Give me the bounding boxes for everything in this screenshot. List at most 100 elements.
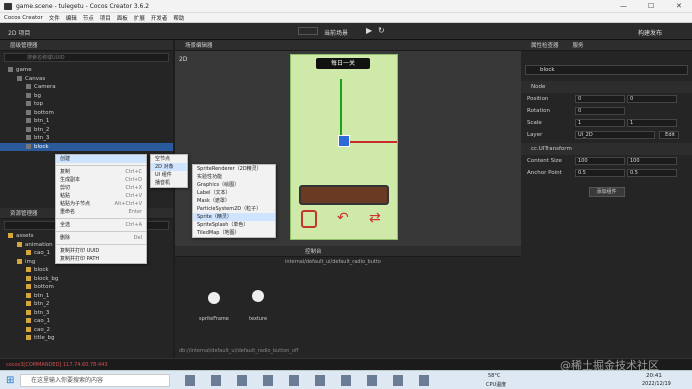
btn-2-icon[interactable]: ↶	[337, 210, 349, 226]
move-gizmo-x-arrow[interactable]	[347, 141, 397, 143]
tree-item[interactable]: Camera	[0, 83, 173, 92]
tree-item[interactable]: bg	[0, 92, 173, 101]
scene-select-dropdown[interactable]: 当前场景	[324, 28, 348, 37]
submenu-item[interactable]: TiledMap（地图）	[193, 229, 275, 237]
tree-item[interactable]: btn_3	[0, 134, 173, 143]
move-gizmo-y-arrow[interactable]	[340, 79, 342, 137]
menu-item[interactable]: 扩展	[134, 14, 145, 22]
tree-item[interactable]: bottom	[0, 109, 173, 118]
play-icon[interactable]: ▶	[366, 26, 372, 35]
submenu-item[interactable]: UI 组件	[151, 171, 187, 179]
tree-item[interactable]: btn_2	[0, 126, 173, 135]
menu-item[interactable]: 节点	[83, 14, 94, 22]
scale-x-input[interactable]: 1	[575, 119, 625, 127]
taskbar-search[interactable]: 在这里输入你要搜索的内容	[20, 374, 170, 387]
context-menu-item[interactable]: 剪切 Ctrl+X	[56, 184, 146, 192]
menu-item[interactable]: 编辑	[66, 14, 77, 22]
context-menu-item[interactable]: 全选 Ctrl+A	[56, 221, 146, 229]
context-menu-item[interactable]: 粘贴为子节点 Alt+Ctrl+V	[56, 200, 146, 208]
close-icon[interactable]: ✕	[676, 2, 682, 10]
menu-item[interactable]: Cocos Creator	[4, 15, 43, 21]
menu-item-label: 全选	[60, 222, 71, 228]
context-menu-item[interactable]: 粘贴 Ctrl+V	[56, 192, 146, 200]
submenu-item[interactable]: Sprite（精灵）	[193, 213, 275, 221]
anchor-x-input[interactable]: 0.5	[575, 169, 625, 177]
context-menu-item[interactable]: 复制并打印 UUID	[56, 247, 146, 255]
tree-item[interactable]: game	[0, 66, 173, 75]
submenu-item[interactable]: Graphics（绘图）	[193, 181, 275, 189]
tree-item[interactable]: Canvas	[0, 75, 173, 84]
content-width-input[interactable]: 100	[575, 157, 625, 165]
tree-item[interactable]: btn_2	[0, 300, 173, 309]
anchor-y-input[interactable]: 0.5	[627, 169, 677, 177]
windows-start-icon[interactable]: ⊞	[6, 375, 14, 386]
node-icon	[26, 250, 31, 255]
clock-time[interactable]: 20:41	[646, 373, 662, 379]
texture-thumbnail[interactable]	[252, 290, 264, 302]
tree-item-label: btn_2	[34, 126, 50, 133]
submenu-item[interactable]: Label（文本）	[193, 189, 275, 197]
context-menu-item[interactable]: 创建	[56, 155, 146, 163]
layer-select[interactable]: UI_2D	[575, 131, 655, 139]
sprite-frame-thumbnail[interactable]	[208, 292, 220, 304]
context-menu-item[interactable]: 重命名 Enter	[56, 208, 146, 216]
submenu-item[interactable]: ParticleSystem2D（粒子）	[193, 205, 275, 213]
node-section-header[interactable]: Node	[521, 81, 692, 93]
menu-item[interactable]: 面板	[117, 14, 128, 22]
layer-edit-button[interactable]: Edit	[659, 131, 679, 139]
clock-date[interactable]: 2022/12/19	[642, 381, 671, 387]
submenu-item[interactable]: 空节点	[151, 155, 187, 163]
btn-1-icon[interactable]	[301, 210, 317, 228]
tree-item[interactable]: cao_1	[0, 317, 173, 326]
tree-item[interactable]: btn_1	[0, 292, 173, 301]
scene-2d-mode[interactable]: 2D	[179, 56, 187, 63]
tree-item[interactable]: btn_1	[0, 117, 173, 126]
menu-item[interactable]: 文件	[49, 14, 60, 22]
taskbar-app-icons[interactable]	[185, 375, 445, 386]
add-component-button[interactable]: 添加组件	[588, 187, 625, 197]
tree-item[interactable]: block	[0, 266, 173, 275]
scale-y-input[interactable]: 1	[627, 119, 677, 127]
menu-separator	[56, 244, 146, 245]
node-name-field[interactable]: block	[525, 65, 688, 75]
submenu-item[interactable]: 2D 对象	[151, 163, 187, 171]
tree-item[interactable]: cao_2	[0, 326, 173, 335]
menu-item[interactable]: 项目	[100, 14, 111, 22]
tree-item[interactable]: block	[0, 142, 173, 151]
submenu-item[interactable]: 播音机	[151, 179, 187, 187]
context-menu-item[interactable]: 删除 Del	[56, 234, 146, 242]
hierarchy-search[interactable]: 搜索名称或UUID	[4, 53, 169, 62]
context-menu-item[interactable]: 复制 Ctrl+C	[56, 168, 146, 176]
tree-item[interactable]: btn_3	[0, 309, 173, 318]
tree-item[interactable]: title_bg	[0, 334, 173, 343]
refresh-icon[interactable]: ↻	[378, 26, 385, 35]
inspector-header: 属性检查器 服务	[521, 40, 692, 51]
console-tab[interactable]: 控制台	[305, 247, 322, 255]
tree-item[interactable]: bottom	[0, 283, 173, 292]
service-tab[interactable]: 服务	[573, 41, 584, 49]
content-height-input[interactable]: 100	[627, 157, 677, 165]
context-menu-item[interactable]: 复制并打印 PATH	[56, 255, 146, 263]
block-node[interactable]	[338, 135, 350, 147]
menu-item[interactable]: 帮助	[173, 14, 184, 22]
context-menu-item[interactable]: 生成副本 Ctrl+D	[56, 176, 146, 184]
submenu-item[interactable]: SpriteSplash（单色）	[193, 221, 275, 229]
menu-item[interactable]: 开发者	[151, 14, 168, 22]
uitransform-section-header[interactable]: cc.UITransform	[521, 143, 692, 155]
maximize-icon[interactable]: ☐	[648, 2, 654, 10]
build-button[interactable]: 构建发布	[638, 28, 662, 37]
position-x-input[interactable]: 0	[575, 95, 625, 103]
transform-tool-icons[interactable]	[298, 27, 318, 35]
rotation-row: Rotation 0	[521, 105, 692, 117]
tree-item-label: Camera	[34, 84, 56, 90]
submenu-item[interactable]: Mask（遮罩）	[193, 197, 275, 205]
submenu-item[interactable]: 实验性功能	[193, 173, 275, 181]
position-y-input[interactable]: 0	[627, 95, 677, 103]
tree-item[interactable]: block_bg	[0, 275, 173, 284]
submenu-item[interactable]: SpriteRenderer（2D精灵）	[193, 165, 275, 173]
rotation-input[interactable]: 0	[575, 107, 625, 115]
tree-item[interactable]: top	[0, 100, 173, 109]
btn-3-icon[interactable]: ⇄	[369, 210, 381, 226]
minimize-icon[interactable]: —	[620, 2, 627, 10]
inspector-title[interactable]: 属性检查器	[531, 41, 559, 49]
